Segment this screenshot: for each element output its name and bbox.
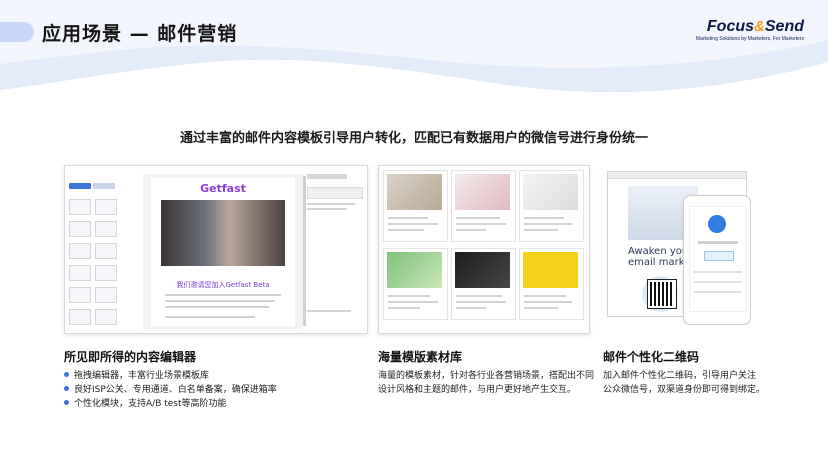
template-library-screenshot <box>378 165 590 334</box>
template-thumb <box>519 248 584 320</box>
editor-canvas: Getfast 我们邀请您加入Getfast Beta <box>143 174 303 329</box>
section-title-templates: 海量模版素材库 <box>378 350 463 364</box>
qr-description: 加入邮件个性化二维码，引导用户关注 公众微信号，双渠道身份即可得到绑定。 <box>603 371 766 395</box>
template-thumb <box>383 170 448 242</box>
section-title-qr: 邮件个性化二维码 <box>603 350 700 364</box>
logo-ampersand: & <box>754 18 765 35</box>
editor-feature-list: 拖拽编辑器，丰富行业场景模板库 良好ISP公关、专用通道、白名单备案，确保进箱率… <box>64 369 277 411</box>
list-item: 拖拽编辑器，丰富行业场景模板库 <box>64 369 277 383</box>
editor-scrollbar <box>303 176 306 326</box>
focussend-logo: Focus&Send Marketing Solutions by Market… <box>696 18 804 42</box>
template-thumb <box>519 170 584 242</box>
editor-settings-panel <box>307 174 363 312</box>
mobile-phone <box>683 195 751 325</box>
logo-word-2: Send <box>764 18 804 35</box>
email-heading: 我们邀请您加入Getfast Beta <box>176 281 270 289</box>
template-thumb <box>451 170 516 242</box>
editor-module-palette <box>69 174 119 325</box>
getfast-logo: Getfast <box>200 182 246 195</box>
section-title-editor: 所见即所得的内容编辑器 <box>64 350 197 364</box>
title-accent-pill <box>0 22 34 42</box>
template-thumb <box>451 248 516 320</box>
page-title: 应用场景 — 邮件营销 <box>42 23 238 45</box>
slide-subtitle: 通过丰富的邮件内容模板引导用户转化，匹配已有数据用户的微信号进行身份统一 <box>179 131 648 146</box>
qr-code-screenshot: Awaken your email marketing <box>603 165 751 325</box>
bullet-dot-icon <box>64 372 69 377</box>
editor-screenshot: Getfast 我们邀请您加入Getfast Beta <box>64 165 368 334</box>
template-thumb <box>383 248 448 320</box>
qr-code <box>647 279 677 309</box>
list-item: 良好ISP公关、专用通道、白名单备案，确保进箱率 <box>64 383 277 397</box>
header-wave-background <box>0 0 828 93</box>
bullet-dot-icon <box>64 400 69 405</box>
bullet-dot-icon <box>64 386 69 391</box>
list-item: 个性化模块，支持A/B test等高阶功能 <box>64 397 277 411</box>
store-photo <box>161 200 285 266</box>
logo-tagline: Marketing Solutions by Marketers, For Ma… <box>695 36 804 42</box>
templates-description: 海量的模板素材，针对各行业各营销场景，搭配出不同 设计风格和主题的邮件，与用户更… <box>378 371 595 395</box>
logo-word: Focus <box>706 18 755 35</box>
